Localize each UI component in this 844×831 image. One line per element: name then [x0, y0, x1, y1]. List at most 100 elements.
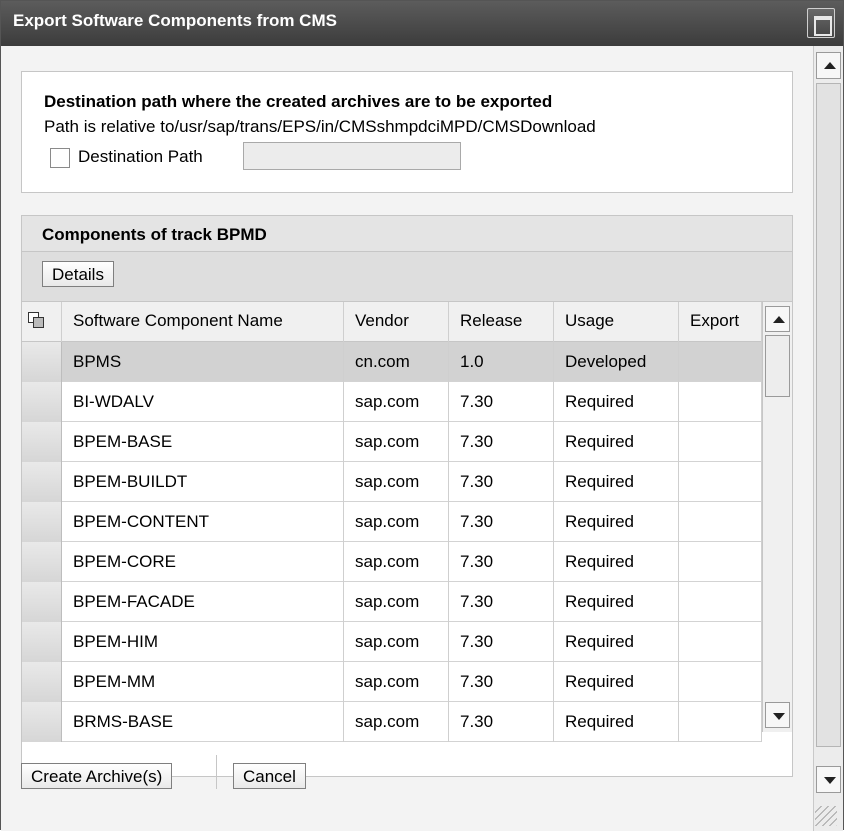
cell-vendor: sap.com — [344, 462, 449, 502]
destination-path-input[interactable] — [243, 142, 461, 170]
cell-export[interactable] — [679, 622, 762, 662]
cell-export[interactable] — [679, 702, 762, 742]
destination-section: Destination path where the created archi… — [21, 71, 793, 193]
dialog-scrollbar-track[interactable] — [816, 83, 841, 747]
table-row[interactable]: BPMS cn.com 1.0 Developed — [22, 342, 762, 382]
destination-path-checkbox[interactable] — [50, 148, 70, 168]
cell-vendor: sap.com — [344, 662, 449, 702]
cell-release: 7.30 — [449, 502, 554, 542]
cell-usage: Developed — [554, 342, 679, 382]
create-archives-button[interactable]: Create Archive(s) — [21, 763, 173, 789]
cell-export[interactable] — [679, 462, 762, 502]
cell-release: 7.30 — [449, 702, 554, 742]
cell-export[interactable] — [679, 422, 762, 462]
cell-vendor: sap.com — [344, 702, 449, 742]
cell-release: 7.30 — [449, 662, 554, 702]
cell-release: 7.30 — [449, 622, 554, 662]
cell-vendor: cn.com — [344, 342, 449, 382]
cell-name: BPEM-FACADE — [62, 582, 344, 622]
table-row[interactable]: BPEM-BASE sap.com 7.30 Required — [22, 422, 762, 462]
cell-name: BPEM-BASE — [62, 422, 344, 462]
cell-name: BPEM-HIM — [62, 622, 344, 662]
column-header-name[interactable]: Software Component Name — [62, 302, 344, 342]
export-dialog: Export Software Components from CMS Dest… — [0, 0, 844, 831]
table-row[interactable]: BPEM-FACADE sap.com 7.30 Required — [22, 582, 762, 622]
components-toolbar: Details — [22, 252, 792, 302]
scroll-up-arrow-icon[interactable] — [816, 52, 841, 79]
cell-vendor: sap.com — [344, 422, 449, 462]
cell-vendor: sap.com — [344, 582, 449, 622]
destination-heading: Destination path where the created archi… — [44, 92, 553, 111]
cell-export[interactable] — [679, 662, 762, 702]
dialog-title: Export Software Components from CMS — [13, 11, 337, 30]
dialog-titlebar: Export Software Components from CMS — [1, 1, 843, 46]
table-row[interactable]: BI-WDALV sap.com 7.30 Required — [22, 382, 762, 422]
dialog-scrollbar[interactable] — [813, 46, 843, 831]
cell-vendor: sap.com — [344, 542, 449, 582]
cell-release: 7.30 — [449, 382, 554, 422]
cell-release: 7.30 — [449, 422, 554, 462]
cell-name: BRMS-BASE — [62, 702, 344, 742]
components-panel: Components of track BPMD Details Softwar… — [21, 215, 793, 777]
cell-usage: Required — [554, 422, 679, 462]
cell-export[interactable] — [679, 342, 762, 382]
cell-release: 7.30 — [449, 462, 554, 502]
cell-export[interactable] — [679, 502, 762, 542]
cell-usage: Required — [554, 542, 679, 582]
row-selector[interactable] — [22, 622, 62, 662]
table-scrollbar-thumb[interactable] — [765, 335, 790, 397]
cell-release: 1.0 — [449, 342, 554, 382]
table-row[interactable]: BPEM-CORE sap.com 7.30 Required — [22, 542, 762, 582]
row-selector[interactable] — [22, 502, 62, 542]
destination-path-note: Path is relative to/usr/sap/trans/EPS/in… — [44, 117, 596, 136]
cell-usage: Required — [554, 382, 679, 422]
select-all-icon[interactable] — [28, 312, 48, 332]
button-separator — [216, 755, 217, 789]
cell-name: BPEM-CORE — [62, 542, 344, 582]
row-selector[interactable] — [22, 462, 62, 502]
window-menu-icon[interactable] — [807, 8, 835, 38]
components-panel-header: Components of track BPMD — [22, 216, 792, 252]
cancel-button[interactable]: Cancel — [233, 763, 306, 789]
table-scrollbar[interactable] — [762, 302, 792, 732]
row-selector[interactable] — [22, 382, 62, 422]
column-header-release[interactable]: Release — [449, 302, 554, 342]
cell-usage: Required — [554, 462, 679, 502]
row-selector[interactable] — [22, 422, 62, 462]
row-selector[interactable] — [22, 342, 62, 382]
destination-path-label: Destination Path — [78, 147, 203, 166]
cell-export[interactable] — [679, 582, 762, 622]
cell-vendor: sap.com — [344, 622, 449, 662]
row-selector[interactable] — [22, 542, 62, 582]
row-selector[interactable] — [22, 662, 62, 702]
cell-name: BI-WDALV — [62, 382, 344, 422]
table-row[interactable]: BPEM-BUILDT sap.com 7.30 Required — [22, 462, 762, 502]
column-header-vendor[interactable]: Vendor — [344, 302, 449, 342]
cell-usage: Required — [554, 662, 679, 702]
table-row[interactable]: BRMS-BASE sap.com 7.30 Required — [22, 702, 762, 742]
table-row[interactable]: BPEM-MM sap.com 7.30 Required — [22, 662, 762, 702]
column-header-usage[interactable]: Usage — [554, 302, 679, 342]
cell-name: BPEM-MM — [62, 662, 344, 702]
cell-release: 7.30 — [449, 582, 554, 622]
table-row[interactable]: BPEM-CONTENT sap.com 7.30 Required — [22, 502, 762, 542]
scroll-down-arrow-icon[interactable] — [816, 766, 841, 793]
cell-export[interactable] — [679, 382, 762, 422]
cell-usage: Required — [554, 582, 679, 622]
scroll-up-arrow-icon[interactable] — [765, 306, 790, 332]
select-all-cell[interactable] — [22, 302, 62, 342]
cell-usage: Required — [554, 622, 679, 662]
cell-name: BPEM-CONTENT — [62, 502, 344, 542]
cell-release: 7.30 — [449, 542, 554, 582]
resize-grip-icon[interactable] — [815, 806, 837, 826]
details-button[interactable]: Details — [42, 261, 114, 287]
cell-export[interactable] — [679, 542, 762, 582]
scroll-down-arrow-icon[interactable] — [765, 702, 790, 728]
column-header-export[interactable]: Export — [679, 302, 762, 342]
cell-usage: Required — [554, 502, 679, 542]
row-selector[interactable] — [22, 582, 62, 622]
cell-name: BPMS — [62, 342, 344, 382]
cell-vendor: sap.com — [344, 382, 449, 422]
row-selector[interactable] — [22, 702, 62, 742]
table-row[interactable]: BPEM-HIM sap.com 7.30 Required — [22, 622, 762, 662]
